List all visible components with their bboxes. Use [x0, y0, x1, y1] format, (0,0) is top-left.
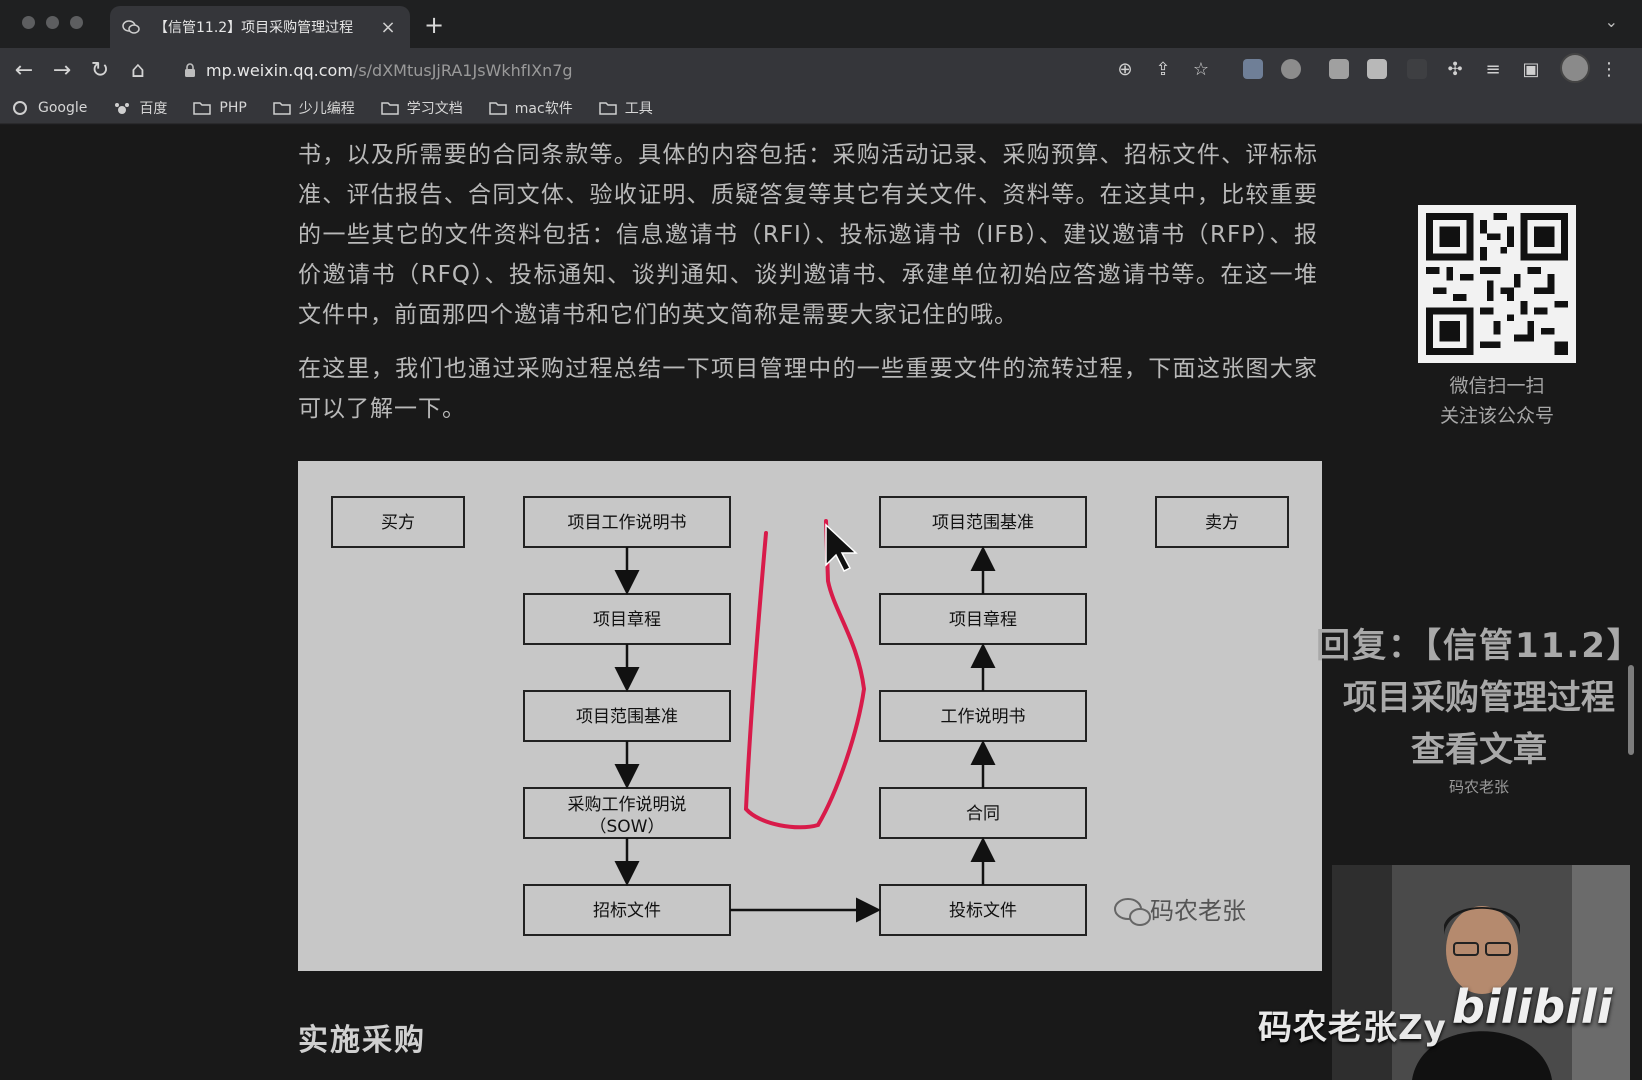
reading-list-icon[interactable]: ≡	[1480, 56, 1506, 82]
tab-bar: 【信管11.2】项目采购管理过程 × + ⌄	[0, 0, 1642, 48]
qr-caption: 微信扫一扫 关注该公众号	[1400, 371, 1594, 431]
qr-caption-line-1: 微信扫一扫	[1449, 375, 1545, 397]
left-box-4-sublabel: （SOW）	[590, 817, 665, 837]
overlay-line-4: 码农老张	[1448, 778, 1509, 796]
flow-diagram-svg: 买方 卖方 项目工作说明书 项目章程 项目范围基准 采购工作说明说 （SOW） …	[331, 496, 1289, 936]
bookmark-kids-coding[interactable]: 少儿编程	[273, 98, 355, 118]
puzzle-icon[interactable]: ✣	[1442, 56, 1468, 82]
side-panel-icon[interactable]: ▣	[1518, 56, 1544, 82]
video-overlay-text: 回复：【信管11.2】 项目采购管理过程 查看文章 码农老张	[1316, 620, 1642, 798]
folder-icon	[273, 101, 291, 115]
page-scrollbar[interactable]	[1628, 665, 1634, 755]
seller-label: 卖方	[1205, 513, 1239, 533]
right-box-4-label: 合同	[966, 804, 1000, 824]
overlay-line-3: 查看文章	[1411, 730, 1547, 770]
profile-avatar[interactable]	[1560, 53, 1590, 83]
bookmark-mac-software[interactable]: mac软件	[489, 98, 573, 118]
article-paragraph-2: 在这里，我们也通过采购过程总结一下项目管理中的一些重要文件的流转过程，下面这张图…	[298, 356, 1318, 422]
tab-title: 【信管11.2】项目采购管理过程	[154, 20, 354, 36]
zoom-icon[interactable]: ⊕	[1112, 56, 1138, 82]
right-box-1-label: 项目范围基准	[932, 513, 1034, 533]
toolbar: ← → ↻ ⌂ mp.weixin.qq.com /s/dXMtusJjRA1J…	[0, 48, 1642, 92]
bookmark-baidu[interactable]: 百度	[113, 98, 167, 118]
google-icon	[13, 100, 27, 115]
back-arrow-icon[interactable]: ←	[8, 54, 40, 86]
url-host: mp.weixin.qq.com	[206, 60, 353, 80]
wechat-icon	[122, 20, 140, 34]
forward-arrow-icon[interactable]: →	[46, 54, 78, 86]
left-box-2-label: 项目章程	[593, 610, 661, 630]
uploader-watermark: 码农老张Zy	[1258, 1008, 1447, 1048]
left-box-4-label: 采购工作说明说	[568, 795, 687, 815]
right-box-5-label: 投标文件	[949, 901, 1017, 921]
overlay-line-2: 项目采购管理过程	[1343, 678, 1615, 718]
folder-icon	[489, 101, 507, 115]
translate-extension-icon[interactable]	[1240, 56, 1266, 82]
menu-dots-icon[interactable]: ⋮	[1596, 56, 1622, 82]
mouse-cursor-icon	[825, 523, 858, 573]
buyer-label: 买方	[381, 513, 415, 533]
extension-circle-icon[interactable]	[1278, 56, 1304, 82]
lock-icon	[185, 63, 195, 77]
reload-icon[interactable]: ↻	[84, 54, 116, 86]
share-icon[interactable]: ⇪	[1150, 56, 1176, 82]
baidu-paw-icon	[115, 102, 130, 114]
right-box-2-label: 项目章程	[949, 610, 1017, 630]
bookmark-tools[interactable]: 工具	[598, 98, 653, 118]
watermark-wechat-icon	[1114, 898, 1151, 926]
left-box-5-label: 招标文件	[593, 901, 661, 921]
left-box-3-label: 项目范围基准	[576, 707, 678, 727]
qr-code	[1418, 205, 1576, 363]
watermark-text: 码农老张	[1150, 897, 1246, 925]
close-tab-icon[interactable]: ×	[378, 17, 398, 38]
right-box-3-label: 工作说明书	[941, 707, 1026, 727]
overlay-line-1: 回复：【信管11.2】	[1316, 626, 1642, 666]
bookmark-php[interactable]: PHP	[193, 100, 247, 116]
tab-search-chevron-icon[interactable]: ⌄	[1605, 12, 1618, 31]
bookmark-google[interactable]: Google	[12, 100, 87, 116]
bilibili-logo: bilibili	[1452, 980, 1613, 1034]
folder-icon	[598, 101, 617, 115]
procurement-flow-diagram: 买方 卖方 项目工作说明书 项目章程 项目范围基准 采购工作说明说 （SOW） …	[298, 461, 1322, 971]
bookmark-star-icon[interactable]: ☆	[1188, 56, 1214, 82]
article-body: 书，以及所需要的合同条款等。具体的内容包括：采购活动记录、采购预算、招标文件、评…	[298, 135, 1318, 429]
zoom-window-button[interactable]	[70, 16, 83, 29]
left-box-1-label: 项目工作说明书	[568, 513, 687, 533]
extension-blank-icon[interactable]	[1404, 56, 1430, 82]
extension-a-icon[interactable]	[1364, 56, 1390, 82]
active-tab[interactable]: 【信管11.2】项目采购管理过程 ×	[110, 6, 410, 48]
page-content: 书，以及所需要的合同条款等。具体的内容包括：采购活动记录、采购预算、招标文件、评…	[0, 125, 1642, 1080]
bookmark-study-docs[interactable]: 学习文档	[381, 98, 463, 118]
minimize-window-button[interactable]	[46, 16, 59, 29]
extension-x-icon[interactable]	[1326, 56, 1352, 82]
new-tab-button[interactable]: +	[424, 11, 444, 39]
article-paragraph-1: 书，以及所需要的合同条款等。具体的内容包括：采购活动记录、采购预算、招标文件、评…	[298, 142, 1318, 328]
qr-caption-line-2: 关注该公众号	[1439, 405, 1554, 427]
home-icon[interactable]: ⌂	[122, 54, 154, 86]
folder-icon	[381, 101, 399, 115]
bookmarks-bar: Google 百度 PHP 少儿编程 学习文档 mac软件 工具	[0, 92, 1642, 124]
section-title: 实施采购	[298, 1023, 426, 1058]
folder-icon	[193, 101, 212, 115]
url-path: /s/dXMtusJjRA1JsWkhfIXn7g	[352, 60, 573, 80]
qr-code-icon	[1426, 213, 1568, 355]
close-window-button[interactable]	[22, 16, 35, 29]
